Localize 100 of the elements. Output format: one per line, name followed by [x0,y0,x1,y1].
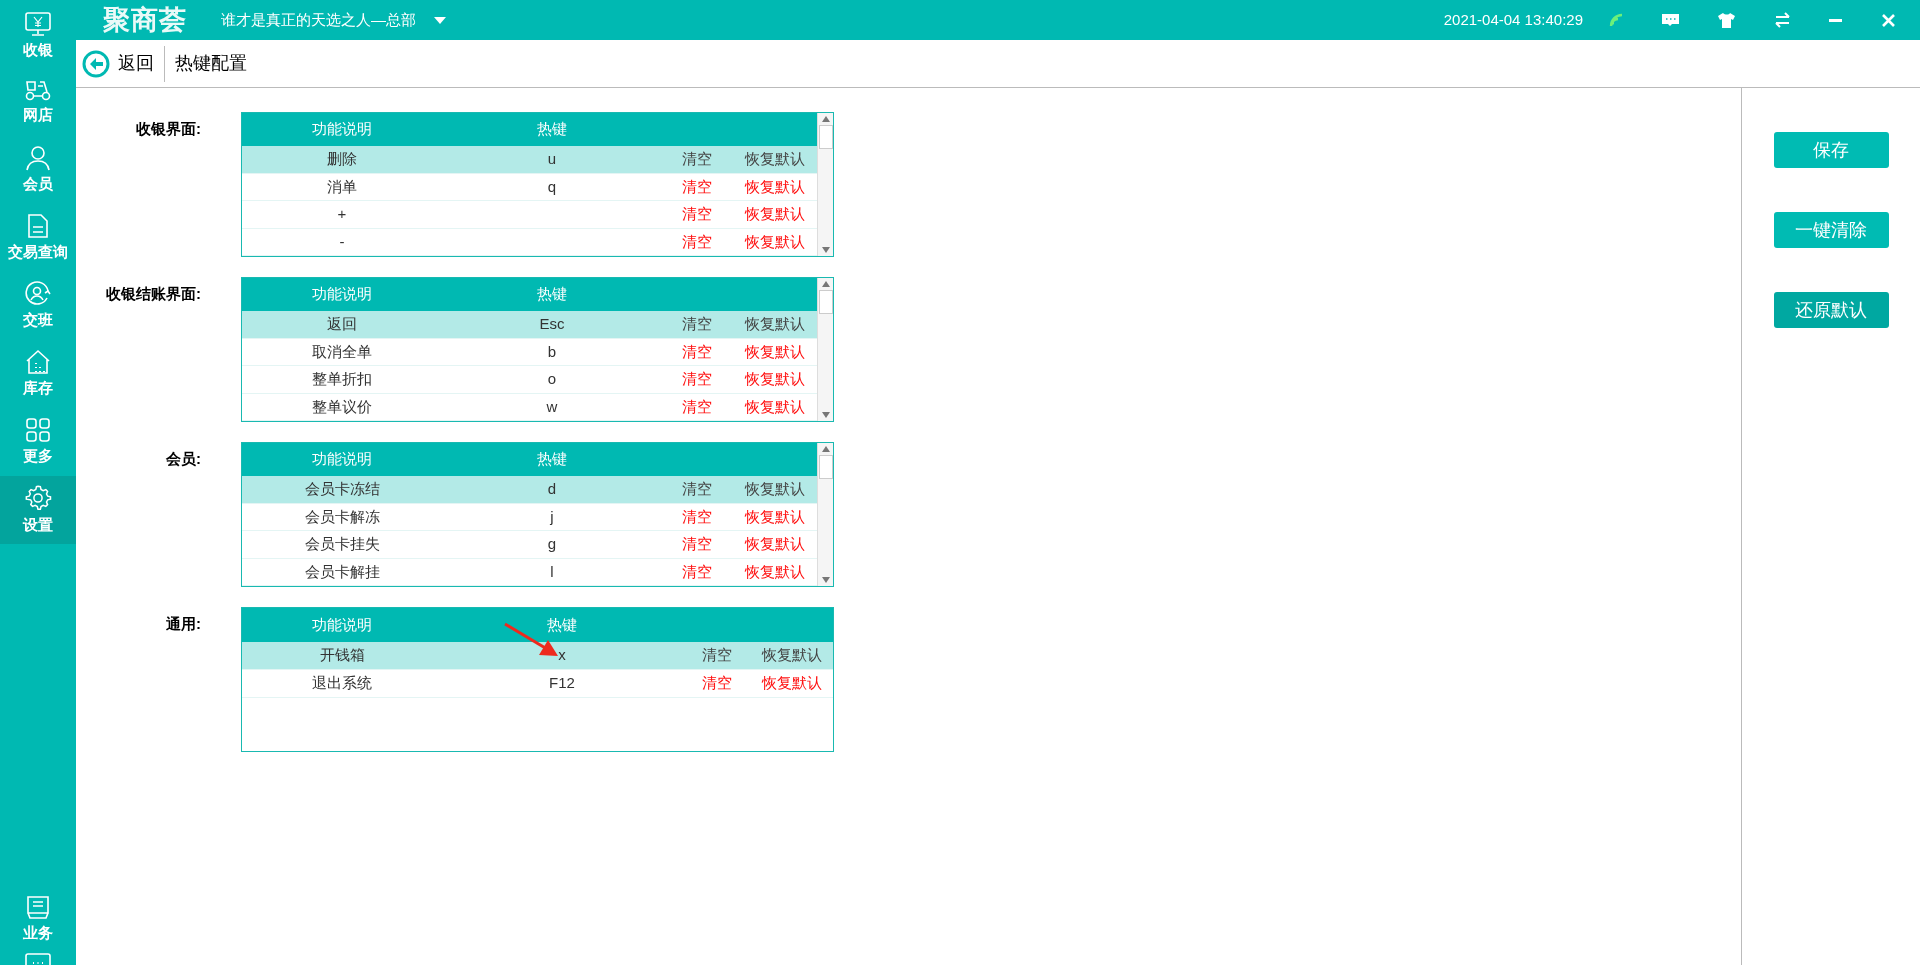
restore-default-link[interactable]: 恢复默认 [744,340,805,364]
message-icon[interactable] [1661,13,1680,27]
sidebar-item[interactable]: 网店 [0,68,76,136]
clear-link[interactable]: 清空 [682,148,712,171]
clear-link[interactable]: 清空 [682,313,712,336]
scroll-down-icon[interactable] [820,246,831,254]
function-name: 取消全单 [312,341,372,362]
function-name: 整单折扣 [312,369,372,390]
restore-default-link[interactable]: 恢复默认 [744,148,805,171]
scrollbar-thumb[interactable] [818,290,833,314]
scroll-up-icon[interactable] [820,115,831,123]
scroll-down-icon[interactable] [820,411,831,419]
back-button[interactable]: 返回 [82,45,165,82]
restore-default-link[interactable]: 恢复默认 [744,395,805,418]
hotkey-value: x [558,645,566,666]
hotkey-value: u [547,149,557,170]
restore-default-link[interactable]: 恢复默认 [744,505,805,529]
restore-default-link[interactable]: 恢复默认 [744,175,805,199]
clear-link[interactable]: 清空 [682,368,712,391]
scroll-up-icon[interactable] [820,445,831,453]
function-name: 会员卡解冻 [304,506,380,527]
clear-link[interactable]: 清空 [682,340,712,364]
scrollbar[interactable] [817,278,833,421]
function-name: 会员卡挂失 [304,534,380,555]
scroll-up-icon[interactable] [820,280,831,288]
clear-link[interactable]: 清空 [682,560,712,583]
section-label: 收银结账界面: [105,284,201,304]
warehouse-icon [25,348,51,375]
hotkey-value: g [547,534,557,555]
table-row[interactable]: 返回 Esc 清空 恢复默认 [242,311,817,339]
monitor-icon [24,10,52,37]
restore-default-link[interactable]: 恢复默认 [744,313,805,336]
sidebar-item[interactable]: 会员 [0,136,76,204]
hotkey-value: j [550,506,554,527]
sidebar-item[interactable]: 设置 [0,476,76,544]
table-row[interactable]: 删除 u 清空 恢复默认 [242,146,817,174]
hotkey-value: d [547,479,557,500]
section-label: 通用: [165,614,201,634]
store-selector[interactable]: 谁才是真正的天选之人—总部 [221,8,446,32]
caret-icon [434,16,446,24]
function-name: 开钱箱 [319,645,365,666]
sidebar-item[interactable]: 业务 [23,889,53,949]
scroll-down-icon[interactable] [820,576,831,584]
restore-default-link[interactable]: 恢复默认 [762,644,822,667]
datetime: 2021-04-04 13:40:29 [1443,9,1583,30]
sidebar-item[interactable]: 交班 [0,272,76,340]
function-name: 整单议价 [312,396,372,417]
clear-link[interactable]: 清空 [702,644,732,667]
scrollbar[interactable] [817,443,833,586]
hotkey-value: Esc [539,314,565,335]
scrollbar-thumb[interactable] [818,125,833,149]
scrollbar-thumb[interactable] [818,455,833,479]
column-header: 热键 [547,614,577,635]
book-icon [25,893,51,920]
clear-link[interactable]: 清空 [682,533,712,556]
sidebar-item[interactable]: 交易查询 [0,204,76,272]
function-name: 退出系统 [312,673,372,694]
clear-link[interactable]: 清空 [702,672,732,695]
clear-link[interactable]: 清空 [682,203,712,226]
grid-icon [25,416,51,443]
scrollbar[interactable] [817,113,833,256]
restore-default-link[interactable]: 恢复默认 [744,560,805,583]
table-row[interactable]: 会员卡冻结 d 清空 恢复默认 [242,476,817,504]
close-icon[interactable] [1882,13,1895,27]
clear-link[interactable]: 清空 [682,230,712,253]
function-name: 会员卡冻结 [304,479,380,500]
restore-default-link[interactable]: 恢复默认 [744,368,805,391]
function-name: + [337,204,347,225]
wifi-icon[interactable] [1609,13,1625,27]
hotkey-value: b [547,341,557,362]
clear-link[interactable]: 清空 [682,505,712,529]
action-button[interactable]: 一键清除 [1773,212,1889,248]
function-name: 删除 [327,149,357,170]
section-label: 收银界面: [135,119,201,139]
restore-default-link[interactable]: 恢复默认 [744,230,805,253]
sidebar-item[interactable]: 库存 [0,340,76,408]
action-button[interactable]: 还原默认 [1773,292,1889,328]
function-name: 返回 [327,314,357,335]
column-header: 热键 [537,284,567,305]
sidebar-item[interactable]: 更多 [0,408,76,476]
swap-icon[interactable] [1774,12,1791,28]
action-button[interactable]: 保存 [1773,132,1889,168]
hotkey-value: o [547,369,557,390]
column-header: 热键 [537,119,567,140]
column-header: 功能说明 [312,284,372,305]
shirt-icon[interactable] [1717,12,1736,28]
minimize-icon[interactable] [1829,18,1842,22]
restore-default-link[interactable]: 恢复默认 [744,203,805,226]
clear-link[interactable]: 清空 [682,175,712,199]
column-header: 功能说明 [312,449,372,470]
table-row[interactable]: 开钱箱 x 清空 恢复默认 [242,642,833,670]
hotkey-value: l [550,561,554,582]
function-name: 会员卡解挂 [304,561,380,582]
sidebar-item[interactable]: 收银 [0,0,76,68]
clear-link[interactable]: 清空 [682,395,712,418]
restore-default-link[interactable]: 恢复默认 [744,533,805,556]
clear-link[interactable]: 清空 [682,478,712,501]
restore-default-link[interactable]: 恢复默认 [762,672,822,695]
restore-default-link[interactable]: 恢复默认 [744,478,805,501]
app-logo: 聚商荟 [103,3,187,37]
